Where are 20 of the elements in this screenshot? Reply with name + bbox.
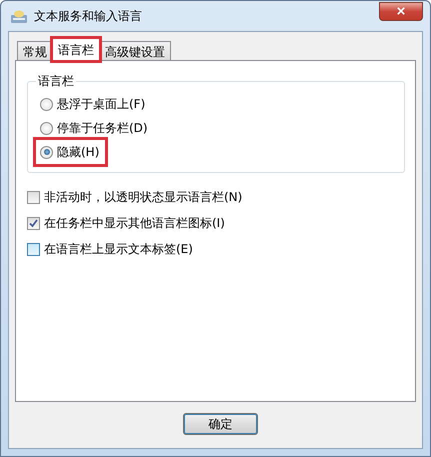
checkbox[interactable]	[27, 190, 40, 204]
folder-icon	[10, 8, 28, 24]
radio-label: 隐藏(H)	[57, 144, 100, 160]
tab[interactable]: 常规	[17, 41, 53, 60]
radio-button[interactable]	[40, 146, 53, 158]
tab[interactable]: 高级键设置	[99, 41, 171, 60]
checkbox[interactable]	[27, 216, 40, 230]
close-button[interactable]: ×	[379, 2, 423, 20]
radio-label: 悬浮于桌面上(F)	[57, 96, 146, 112]
radio-label: 停靠于任务栏(D)	[57, 120, 148, 136]
checkbox-label: 在任务栏中显示其他语言栏图标(I)	[44, 214, 225, 232]
ok-button[interactable]: 确定	[183, 413, 258, 435]
group-title: 语言栏	[37, 73, 75, 90]
radio-button[interactable]	[40, 98, 53, 110]
checkbox-label: 非活动时，以透明状态显示语言栏(N)	[44, 188, 242, 206]
radio-button[interactable]	[40, 122, 53, 134]
checkbox-label: 在语言栏上显示文本标签(E)	[44, 240, 193, 258]
checkbox[interactable]	[27, 242, 40, 256]
window-title: 文本服务和输入语言	[34, 8, 142, 24]
tab[interactable]: 语言栏	[52, 38, 100, 61]
